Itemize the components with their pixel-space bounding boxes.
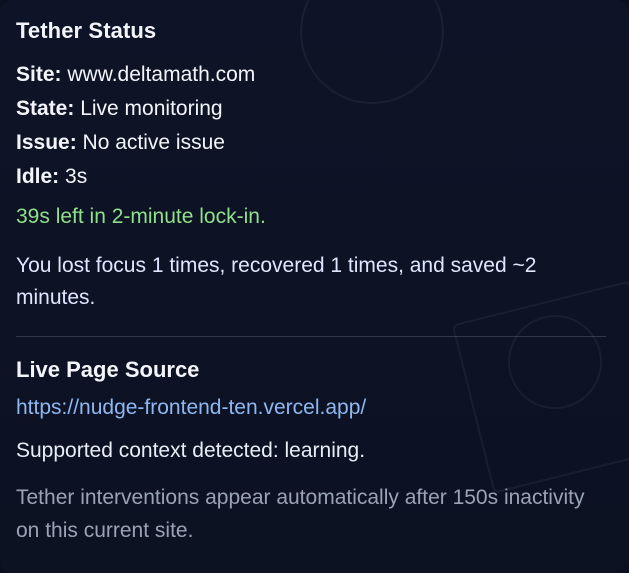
idle-label: Idle: [16,165,60,188]
tether-status-panel: Tether Status Site: www.deltamath.com St… [0,0,629,573]
context-detected-text: Supported context detected: learning. [16,439,366,462]
site-row: Site: www.deltamath.com [16,58,613,92]
idle-value: 3s [65,165,88,188]
source-url-link[interactable]: https://nudge-frontend-ten.vercel.app/ [16,393,366,423]
issue-row: Issue: No active issue [16,126,613,160]
status-title: Tether Status [16,18,157,43]
issue-value: No active issue [82,131,225,154]
lockin-countdown: 39s left in 2-minute lock-in. [16,205,266,228]
state-value: Live monitoring [80,97,223,120]
state-label: State: [16,97,75,120]
panel-content: Tether Status Site: www.deltamath.com St… [0,0,629,547]
state-row: State: Live monitoring [16,92,613,126]
issue-label: Issue: [16,131,77,154]
site-value: www.deltamath.com [67,63,256,86]
idle-row: Idle: 3s [16,160,613,194]
focus-summary: You lost focus 1 times, recovered 1 time… [16,254,537,309]
live-source-title: Live Page Source [16,357,200,382]
site-label: Site: [16,63,62,86]
section-divider [16,336,606,337]
intervention-note: Tether interventions appear automaticall… [16,486,585,542]
